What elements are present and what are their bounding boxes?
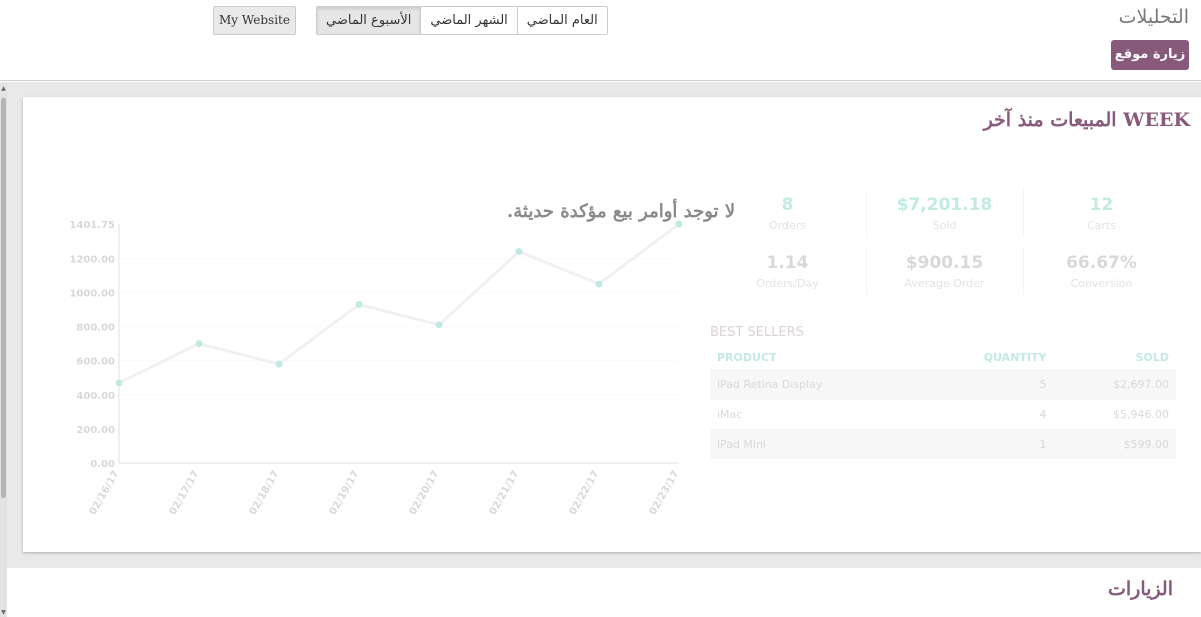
scrollbar-thumb[interactable] bbox=[1, 98, 6, 498]
quantity-cell: 1 bbox=[919, 428, 1054, 459]
kpi-divider bbox=[1023, 189, 1024, 237]
data-point bbox=[355, 300, 363, 308]
no-orders-message: لا توجد أوامر بيع مؤكدة حديثة. bbox=[507, 201, 736, 222]
control-panel: التحليلات زيارة موقع الأسبوع الماضي الشه… bbox=[0, 0, 1201, 81]
kpi-label: Carts bbox=[1087, 219, 1116, 232]
product-cell: iPad Mini bbox=[710, 428, 920, 459]
column-header-sold: SOLD bbox=[1135, 351, 1169, 365]
product-cell: iMac bbox=[710, 398, 920, 429]
kpi-label: Sold bbox=[932, 219, 957, 232]
kpi-value: 12 bbox=[1089, 195, 1114, 215]
table-header-row: PRODUCT QUANTITY SOLD bbox=[710, 347, 1176, 369]
kpi-label: Orders/Day bbox=[756, 277, 819, 290]
best-sellers-title: BEST SELLERS bbox=[710, 325, 804, 340]
y-tick-label: 200.00 bbox=[76, 425, 115, 436]
table-row[interactable]: iPad Retina Display 5 $2,697.00 bbox=[710, 368, 1176, 399]
x-tick-label: 02/19/17 bbox=[328, 469, 362, 517]
page-title: التحليلات bbox=[1118, 6, 1189, 28]
data-point bbox=[435, 321, 443, 329]
period-last-year-button[interactable]: العام الماضي bbox=[516, 7, 607, 34]
kpi-conversion: 66.67% Conversion bbox=[1024, 253, 1179, 290]
x-tick-label: 02/17/17 bbox=[168, 469, 202, 517]
y-tick-label: 0.00 bbox=[90, 459, 115, 470]
x-tick-label: 02/20/17 bbox=[408, 469, 442, 517]
data-point bbox=[115, 379, 123, 387]
vertical-scrollbar[interactable]: ▲ ▼ bbox=[0, 82, 7, 617]
kpi-divider bbox=[1023, 247, 1024, 295]
y-tick-label: 1000.00 bbox=[69, 288, 115, 299]
sales-dashboard-dimmed: 8 Orders $7,201.18 Sold 12 Carts 1.14 Or… bbox=[23, 97, 1201, 552]
sold-cell: $5,946.00 bbox=[1053, 398, 1176, 429]
product-cell: iPad Retina Display bbox=[710, 368, 920, 399]
website-selector-button[interactable]: My Website bbox=[213, 6, 296, 35]
table-row[interactable]: iMac 4 $5,946.00 bbox=[710, 398, 1176, 429]
data-point bbox=[195, 340, 203, 348]
sold-cell: $2,697.00 bbox=[1053, 368, 1176, 399]
y-tick-label: 1401.75 bbox=[69, 220, 115, 231]
quantity-cell: 4 bbox=[919, 398, 1054, 429]
period-last-week-button[interactable]: الأسبوع الماضي bbox=[317, 7, 421, 34]
kpi-label: Conversion bbox=[1070, 277, 1133, 290]
data-point bbox=[275, 360, 283, 368]
kpi-value: $7,201.18 bbox=[896, 195, 993, 215]
best-sellers-table: PRODUCT QUANTITY SOLD iPad Retina Displa… bbox=[710, 347, 1176, 459]
y-tick-label: 400.00 bbox=[76, 391, 115, 402]
visits-card: الزيارات bbox=[7, 568, 1201, 617]
column-header-quantity: QUANTITY bbox=[983, 351, 1047, 365]
x-tick-label: 02/21/17 bbox=[488, 469, 522, 517]
data-point bbox=[515, 248, 523, 256]
kpi-value: 66.67% bbox=[1066, 253, 1137, 273]
series-line bbox=[118, 222, 680, 385]
scroll-up-icon[interactable]: ▲ bbox=[0, 85, 7, 93]
kpi-label: Average Order bbox=[904, 277, 985, 290]
x-tick-label: 02/16/17 bbox=[88, 469, 122, 517]
kpi-orders-per-day: 1.14 Orders/Day bbox=[710, 253, 865, 290]
column-header-product: PRODUCT bbox=[717, 351, 777, 365]
table-row[interactable]: iPad Mini 1 $599.00 bbox=[710, 428, 1176, 459]
x-tick-label: 02/23/17 bbox=[648, 469, 682, 517]
y-tick-label: 600.00 bbox=[76, 357, 115, 368]
y-tick-label: 1200.00 bbox=[69, 254, 115, 265]
sales-line-chart: 1401.75 1200.00 1000.00 800.00 600.00 400.00 2… bbox=[69, 220, 683, 517]
period-selector: الأسبوع الماضي الشهر الماضي العام الماضي bbox=[316, 6, 608, 35]
visit-site-button[interactable]: زيارة موقع bbox=[1111, 40, 1189, 70]
y-tick-label: 800.00 bbox=[76, 323, 115, 334]
quantity-cell: 5 bbox=[919, 368, 1054, 399]
period-last-month-button[interactable]: الشهر الماضي bbox=[420, 7, 517, 34]
kpi-value: $900.15 bbox=[905, 253, 984, 273]
kpi-carts: 12 Carts bbox=[1024, 195, 1179, 232]
data-point bbox=[595, 280, 603, 288]
kpi-average-order: $900.15 Average Order bbox=[867, 253, 1022, 290]
kpi-divider bbox=[866, 247, 867, 295]
visits-title: الزيارات bbox=[1108, 578, 1173, 600]
kpi-value: 1.14 bbox=[766, 253, 809, 273]
x-tick-label: 02/18/17 bbox=[248, 469, 282, 517]
sales-card: المبيعات منذ آخر WEEK 8 Orders $7,201.18… bbox=[23, 97, 1201, 552]
kpi-divider bbox=[866, 189, 867, 237]
scroll-down-icon[interactable]: ▼ bbox=[0, 609, 7, 617]
kpi-sold: $7,201.18 Sold bbox=[867, 195, 1022, 232]
sold-cell: $599.00 bbox=[1053, 428, 1176, 459]
x-tick-label: 02/22/17 bbox=[568, 469, 602, 517]
